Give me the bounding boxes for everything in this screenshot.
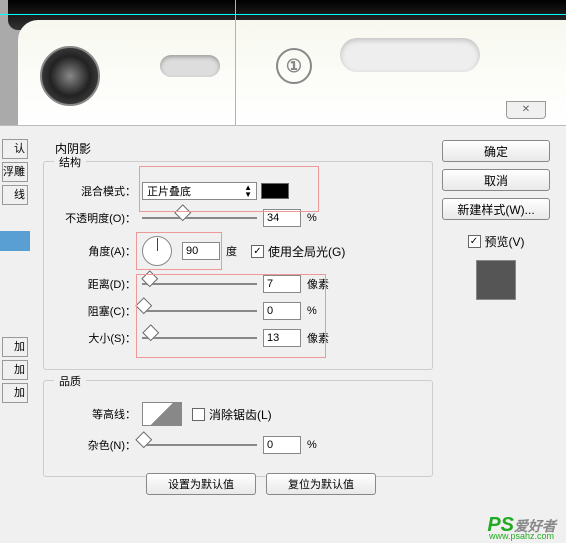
noise-unit: %: [307, 439, 317, 451]
size-label: 大小(S)：: [54, 330, 142, 346]
new-style-button[interactable]: 新建样式(W)...: [442, 198, 550, 220]
section-title: 内阴影: [55, 140, 433, 157]
opacity-unit: %: [307, 212, 317, 224]
left-item[interactable]: 认: [2, 139, 28, 159]
bottom-buttons: 设置为默认值 复位为默认值: [146, 473, 376, 495]
choke-unit: %: [307, 305, 317, 317]
quality-legend: 品质: [54, 373, 86, 389]
ok-button[interactable]: 确定: [442, 140, 550, 162]
opacity-label: 不透明度(O)：: [54, 210, 142, 226]
choke-input[interactable]: [263, 302, 301, 320]
size-input[interactable]: [263, 329, 301, 347]
color-swatch[interactable]: [261, 183, 289, 199]
main-panel: 内阴影 结构 混合模式： 正片叠底 ▲▼ 不透明度(O)： % 角度(A)：: [43, 136, 433, 487]
left-item[interactable]: 线: [2, 185, 28, 205]
left-item-selected[interactable]: [0, 231, 30, 251]
angle-unit: 度: [226, 243, 237, 259]
preview-label: 预览(V): [485, 233, 525, 250]
choke-slider[interactable]: [142, 303, 257, 319]
angle-input[interactable]: [182, 242, 220, 260]
device-recess: [340, 38, 480, 72]
guide-v: [235, 0, 236, 125]
global-light-label: 使用全局光(G): [268, 243, 345, 260]
antialias-checkbox[interactable]: [192, 408, 205, 421]
select-arrows-icon: ▲▼: [244, 184, 252, 198]
left-item[interactable]: 加: [2, 360, 28, 380]
blend-mode-label: 混合模式：: [54, 183, 142, 199]
blend-mode-select[interactable]: 正片叠底 ▲▼: [142, 182, 257, 200]
right-panel: 确定 取消 新建样式(W)... ✓ 预览(V): [442, 140, 550, 306]
angle-dial[interactable]: [142, 236, 172, 266]
cancel-button[interactable]: 取消: [442, 169, 550, 191]
layer-style-dialog: ✕ 认 浮雕 线 加 加 加 内阴影 结构 混合模式： 正片叠底 ▲▼: [0, 125, 566, 543]
noise-slider[interactable]: [142, 437, 257, 453]
opacity-slider[interactable]: [142, 210, 257, 226]
size-unit: 像素: [307, 330, 329, 346]
make-default-button[interactable]: 设置为默认值: [146, 473, 256, 495]
device-dial: [40, 46, 100, 106]
guide-h: [0, 14, 566, 15]
noise-input[interactable]: [263, 436, 301, 454]
global-light-checkbox[interactable]: ✓: [251, 245, 264, 258]
structure-fieldset: 结构 混合模式： 正片叠底 ▲▼ 不透明度(O)： % 角度(A)： 度: [43, 161, 433, 370]
opacity-input[interactable]: [263, 209, 301, 227]
noise-label: 杂色(N)：: [54, 437, 142, 453]
device-logo: ①: [276, 48, 312, 84]
left-item[interactable]: 浮雕: [2, 162, 28, 182]
size-slider[interactable]: [142, 330, 257, 346]
distance-input[interactable]: [263, 275, 301, 293]
preview-thumbnail: [476, 260, 516, 300]
effects-list: 认 浮雕 线 加 加 加: [0, 136, 30, 536]
blend-mode-value: 正片叠底: [147, 183, 191, 199]
contour-picker[interactable]: [142, 402, 182, 426]
left-item[interactable]: 加: [2, 337, 28, 357]
angle-label: 角度(A)：: [54, 243, 142, 259]
close-button[interactable]: ✕: [506, 101, 546, 119]
structure-legend: 结构: [54, 154, 86, 170]
reset-default-button[interactable]: 复位为默认值: [266, 473, 376, 495]
device-slot: [160, 55, 220, 77]
distance-label: 距离(D)：: [54, 276, 142, 292]
quality-fieldset: 品质 等高线： 消除锯齿(L) 杂色(N)： %: [43, 380, 433, 477]
contour-label: 等高线：: [54, 406, 142, 422]
antialias-label: 消除锯齿(L): [209, 406, 272, 423]
canvas-bg: ①: [0, 0, 566, 125]
choke-label: 阻塞(C)：: [54, 303, 142, 319]
distance-slider[interactable]: [142, 276, 257, 292]
left-item[interactable]: 加: [2, 383, 28, 403]
watermark-url: www.psahz.com: [489, 531, 554, 541]
distance-unit: 像素: [307, 276, 329, 292]
preview-checkbox[interactable]: ✓: [468, 235, 481, 248]
